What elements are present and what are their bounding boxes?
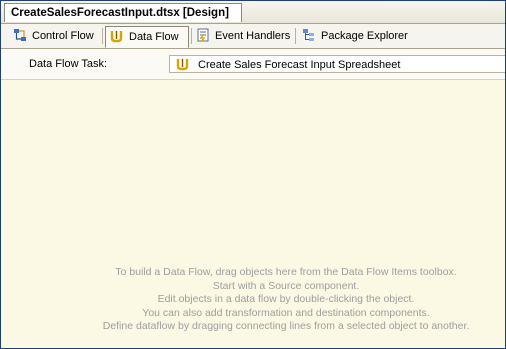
hint-line: You can also add transformation and dest… (142, 306, 430, 319)
tab-event-handlers-label: Event Handlers (215, 30, 291, 42)
data-flow-task-label: Data Flow Task: (29, 58, 108, 70)
tab-data-flow[interactable]: Data Flow (105, 26, 189, 48)
data-flow-icon (110, 31, 123, 43)
data-flow-task-icon (176, 59, 189, 71)
designer-window: CreateSalesForecastInput.dtsx [Design] C… (0, 0, 506, 349)
event-handlers-icon (197, 28, 209, 42)
hint-line: To build a Data Flow, drag objects here … (115, 266, 457, 278)
document-tab[interactable]: CreateSalesForecastInput.dtsx [Design] (4, 3, 242, 22)
tab-event-handlers[interactable]: Event Handlers (192, 26, 290, 46)
control-flow-icon (14, 29, 26, 41)
designer-tab-strip: Control Flow Data Flow Event Handlers Pa… (1, 24, 505, 49)
tab-control-flow[interactable]: Control Flow (9, 26, 94, 46)
tab-package-explorer[interactable]: Package Explorer (298, 26, 408, 46)
tab-separator (295, 28, 296, 44)
tab-control-flow-label: Control Flow (32, 30, 94, 42)
design-surface-hint: To build a Data Flow, drag objects here … (1, 266, 505, 334)
data-flow-task-bar: Data Flow Task: Create Sales Forecast In… (1, 49, 505, 80)
data-flow-task-value: Create Sales Forecast Input Spreadsheet (198, 59, 401, 71)
document-tab-strip: CreateSalesForecastInput.dtsx [Design] (1, 1, 505, 24)
tab-data-flow-label: Data Flow (129, 31, 179, 43)
tab-package-explorer-label: Package Explorer (321, 30, 408, 42)
data-flow-design-surface[interactable]: To build a Data Flow, drag objects here … (1, 80, 505, 348)
hint-line: Edit objects in a data flow by double-cl… (157, 293, 415, 305)
hint-line: Define dataflow by dragging connecting l… (102, 320, 470, 332)
data-flow-task-select[interactable]: Create Sales Forecast Input Spreadsheet (169, 55, 505, 73)
tab-separator (102, 28, 103, 44)
hint-line: Start with a Source component. (212, 279, 360, 292)
package-explorer-icon (303, 29, 314, 41)
